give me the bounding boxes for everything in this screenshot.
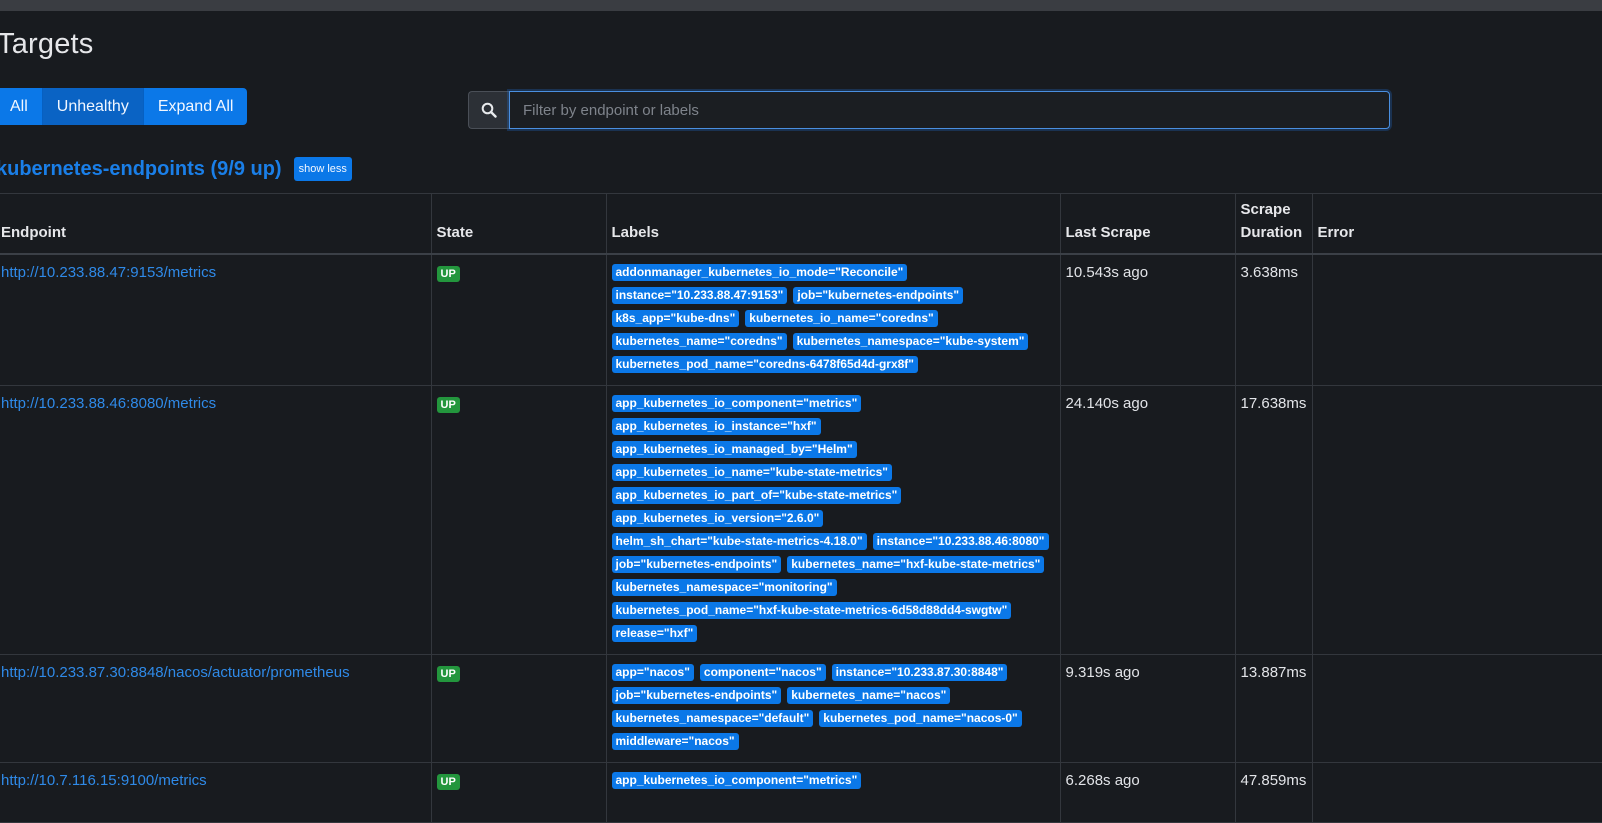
label-badge: component="nacos" [699,663,826,681]
label-badge: release="hxf" [611,624,698,642]
label-badge: helm_sh_chart="kube-state-metrics-4.18.0… [611,532,867,550]
label-badge: k8s_app="kube-dns" [611,309,740,327]
label-badge: job="kubernetes-endpoints" [611,686,782,704]
header-scrape-duration: Scrape Duration [1234,193,1312,255]
last-scrape-cell: 10.543s ago [1059,253,1235,386]
header-last-scrape: Last Scrape [1059,193,1235,255]
header-endpoint: Endpoint [0,193,431,255]
state-cell: UP [430,762,606,823]
expand-all-button[interactable]: Expand All [143,88,248,125]
label-badge: app_kubernetes_io_version="2.6.0" [611,509,824,527]
endpoint-cell: http://10.7.116.15:9100/metrics [0,762,431,823]
state-cell: UP [430,654,606,763]
label-badge: addonmanager_kubernetes_io_mode="Reconci… [611,263,908,281]
scrape-duration-cell: 3.638ms [1234,253,1312,386]
error-cell [1311,385,1602,655]
top-navbar [0,0,1602,11]
labels-cell: app="nacos" component="nacos" instance="10… [605,654,1060,763]
error-cell [1311,762,1602,823]
endpoint-cell: http://10.233.87.30:8848/nacos/actuator/… [0,654,431,763]
search-input[interactable] [509,91,1390,129]
filter-all-button[interactable]: All [0,88,43,125]
status-badge: UP [436,665,460,682]
last-scrape-cell: 9.319s ago [1059,654,1235,763]
label-badge: job="kubernetes-endpoints" [611,555,782,573]
header-labels: Labels [605,193,1060,255]
endpoint-link[interactable]: http://10.233.87.30:8848/nacos/actuator/… [1,664,350,681]
scrape-pool-title[interactable]: kubernetes-endpoints (9/9 up) [0,158,282,181]
label-list: app="nacos" component="nacos" instance="10… [611,663,1055,756]
label-badge: kubernetes_name="nacos" [787,686,951,704]
state-cell: UP [430,385,606,655]
label-badge: app_kubernetes_io_component="metrics" [611,394,862,412]
label-badge: instance="10.233.87.30:8848" [831,663,1008,681]
table-header-row: Endpoint State Labels Last Scrape Scrape… [0,193,1602,255]
label-badge: kubernetes_namespace="default" [611,709,814,727]
scrape-duration-cell: 47.859ms [1234,762,1312,823]
label-list: app_kubernetes_io_component="metrics" [611,771,1055,795]
label-badge: kubernetes_io_name="coredns" [745,309,938,327]
last-scrape-cell: 24.140s ago [1059,385,1235,655]
labels-cell: addonmanager_kubernetes_io_mode="Reconci… [605,253,1060,386]
filter-unhealthy-button[interactable]: Unhealthy [42,88,144,125]
table-row: http://10.233.87.30:8848/nacos/actuator/… [0,654,1602,763]
last-scrape-cell: 6.268s ago [1059,762,1235,823]
label-badge: kubernetes_pod_name="hxf-kube-state-metr… [611,601,1012,619]
state-cell: UP [430,253,606,386]
label-badge: app_kubernetes_io_part_of="kube-state-me… [611,486,902,504]
status-badge: UP [436,396,460,413]
label-badge: job="kubernetes-endpoints" [793,286,964,304]
label-badge: instance="10.233.88.46:8080" [872,532,1049,550]
endpoint-link[interactable]: http://10.233.88.46:8080/metrics [1,395,216,412]
label-badge: kubernetes_name="coredns" [611,332,787,350]
label-badge: app_kubernetes_io_managed_by="Helm" [611,440,857,458]
label-badge: kubernetes_name="hxf-kube-state-metrics" [787,555,1045,573]
table-row: http://10.233.88.46:8080/metrics UP app_ku… [0,385,1602,655]
label-badge: app="nacos" [611,663,694,681]
scrape-duration-cell: 17.638ms [1234,385,1312,655]
label-badge: instance="10.233.88.47:9153" [611,286,788,304]
show-less-button[interactable]: show less [293,157,352,181]
label-badge: middleware="nacos" [611,732,739,750]
scrape-pool-header: kubernetes-endpoints (9/9 up) show less [0,157,352,181]
endpoint-link[interactable]: http://10.233.88.47:9153/metrics [1,264,216,281]
status-badge: UP [436,773,460,790]
label-badge: kubernetes_pod_name="nacos-0" [819,709,1022,727]
error-cell [1311,654,1602,763]
labels-cell: app_kubernetes_io_component="metrics" [605,762,1060,823]
table-row: http://10.233.88.47:9153/metrics UP addonm… [0,253,1602,386]
targets-table: Endpoint State Labels Last Scrape Scrape… [0,193,1602,823]
search-bar [468,91,1390,129]
endpoint-link[interactable]: http://10.7.116.15:9100/metrics [1,772,207,789]
label-badge: kubernetes_namespace="kube-system" [792,332,1029,350]
header-scrape-duration-line2: Duration [1240,223,1303,241]
search-icon[interactable] [468,91,509,129]
label-badge: kubernetes_pod_name="coredns-6478f65d4d-… [611,355,918,373]
table-row: http://10.7.116.15:9100/metrics UP app_kub… [0,762,1602,823]
header-error: Error [1311,193,1602,255]
filter-button-group: All Unhealthy Expand All [0,88,248,125]
page-title: Targets [0,28,94,60]
label-badge: app_kubernetes_io_instance="hxf" [611,417,821,435]
status-badge: UP [436,265,460,282]
endpoint-cell: http://10.233.88.46:8080/metrics [0,385,431,655]
endpoint-cell: http://10.233.88.47:9153/metrics [0,253,431,386]
label-list: app_kubernetes_io_component="metrics"app… [611,394,1055,648]
header-scrape-duration-line1: Scrape [1240,200,1291,218]
label-list: addonmanager_kubernetes_io_mode="Reconci… [611,263,1055,379]
scrape-duration-cell: 13.887ms [1234,654,1312,763]
labels-cell: app_kubernetes_io_component="metrics"app… [605,385,1060,655]
label-badge: app_kubernetes_io_component="metrics" [611,771,862,789]
header-state: State [430,193,606,255]
label-badge: app_kubernetes_io_name="kube-state-metri… [611,463,892,481]
error-cell [1311,253,1602,386]
label-badge: kubernetes_namespace="monitoring" [611,578,837,596]
